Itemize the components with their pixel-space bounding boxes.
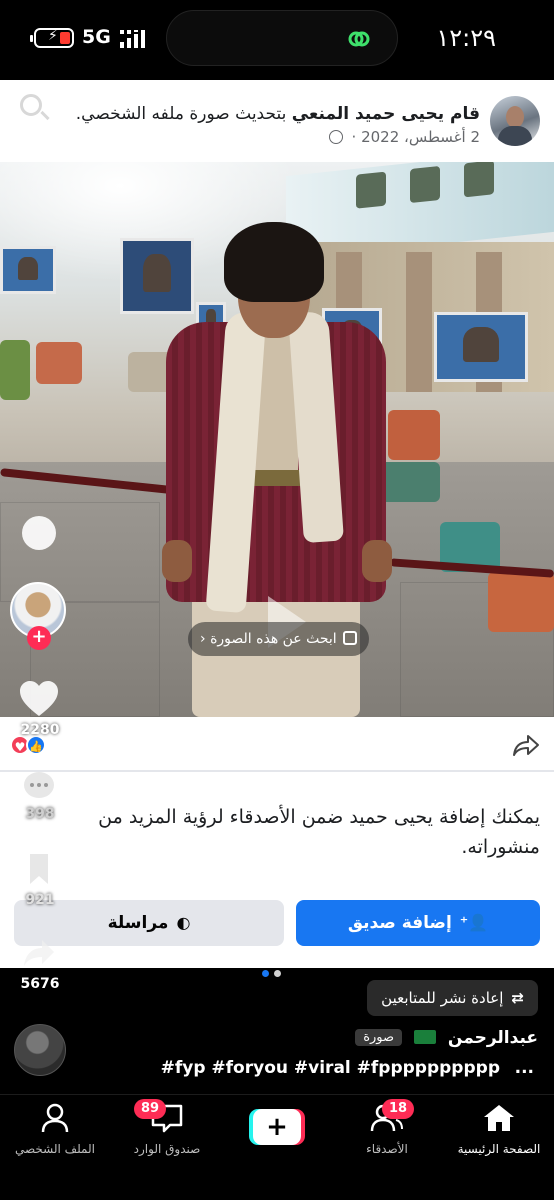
flag-icon	[413, 1030, 436, 1044]
author-line: عبدالرحمن صورة	[355, 1028, 538, 1048]
suggestion-text: يمكنك إضافة يحيى حميد ضمن الأصدقاء لرؤية…	[98, 806, 540, 858]
post-meta: 2 أغسطس، 2022 ·	[325, 128, 480, 146]
post-author-name[interactable]: قام يحيى حميد المنعي	[292, 104, 480, 124]
flower-planter	[388, 410, 440, 460]
search-image-label: ابحث عن هذه الصورة	[210, 631, 337, 647]
add-friend-label: إضافة صديق	[347, 913, 452, 933]
background-poster	[0, 246, 56, 294]
lens-icon	[342, 631, 357, 645]
nav-friends[interactable]: 18 الأصدقاء	[332, 1099, 442, 1156]
add-person-icon: 👤⁺	[459, 913, 489, 932]
repost-icon: ⇄	[511, 989, 524, 1007]
author-avatar[interactable]	[490, 96, 540, 146]
bookmark-icon[interactable]	[22, 852, 56, 886]
flower-planter	[0, 340, 30, 400]
video-info: عبدالرحمن صورة #fyp #foryou #viral #fppp…	[0, 1024, 554, 1084]
post-header: قام يحيى حميد المنعي بتحديث صورة ملفه ال…	[0, 80, 554, 162]
bottom-navigation: الصفحة الرئيسية 18 الأصدقاء + 89 صندوق ا…	[0, 1094, 554, 1200]
plus-icon: +	[253, 1109, 301, 1145]
post-title: قام يحيى حميد المنعي بتحديث صورة ملفه ال…	[40, 102, 480, 126]
nav-profile[interactable]: الملف الشخصي	[0, 1103, 110, 1156]
create-button[interactable]: +	[249, 1109, 305, 1145]
nav-home[interactable]: الصفحة الرئيسية	[444, 1103, 554, 1156]
signal-icon	[120, 30, 145, 48]
friends-badge: 18	[382, 1099, 415, 1119]
link-icon	[348, 31, 370, 47]
comment-icon[interactable]	[22, 770, 56, 804]
comment-bubble-icon[interactable]	[22, 516, 56, 550]
phone-screen: ⚡ 5G ١٢:٢٩ قام يحيى حميد المنعي بتحديث ص…	[0, 0, 554, 1200]
flower-planter	[488, 572, 554, 632]
caption-more[interactable]: ...	[515, 1058, 534, 1078]
follow-plus-icon[interactable]: +	[27, 626, 51, 650]
nav-inbox-label: صندوق الوارد	[133, 1142, 201, 1156]
background-poster	[434, 312, 528, 382]
action-buttons: ◐ مراسلة 👤⁺ إضافة صديق	[14, 900, 540, 946]
share-arrow-icon[interactable]	[22, 936, 56, 970]
battery-icon: ⚡	[30, 28, 74, 48]
messenger-icon: ◐	[176, 913, 191, 932]
photo-tag-label: صورة	[363, 1030, 395, 1045]
inbox-badge: 89	[134, 1099, 167, 1119]
search-icon[interactable]	[20, 94, 42, 116]
separator-dot: ·	[351, 128, 357, 146]
reaction-icons[interactable]: ♥ 👍	[10, 735, 54, 757]
globe-icon	[328, 130, 343, 144]
caption-hashtags[interactable]: #fyp #foryou #viral #fpppppppppp	[161, 1058, 500, 1078]
nav-friends-label: الأصدقاء	[366, 1142, 408, 1156]
flower-planter	[36, 342, 82, 384]
music-disc-avatar[interactable]	[14, 1024, 66, 1076]
share-count: 5676	[20, 976, 60, 992]
like-reaction-icon: 👍	[26, 735, 46, 755]
add-friend-button[interactable]: 👤⁺ إضافة صديق	[296, 900, 540, 946]
home-icon	[484, 1105, 514, 1131]
profile-icon	[41, 1103, 69, 1133]
message-label: مراسلة	[107, 913, 169, 933]
facebook-post-card: قام يحيى حميد المنعي بتحديث صورة ملفه ال…	[0, 80, 554, 977]
nav-inbox[interactable]: 89 صندوق الوارد	[112, 1099, 222, 1156]
carousel-dots	[262, 962, 286, 981]
author-name[interactable]: عبدالرحمن	[448, 1028, 538, 1048]
post-date: 2 أغسطس، 2022	[361, 128, 480, 146]
post-action-text: بتحديث صورة ملفه الشخصي.	[75, 104, 287, 124]
photo-tag: صورة	[355, 1029, 403, 1046]
share-icon[interactable]	[512, 733, 540, 757]
repost-button[interactable]: ⇄ إعادة نشر للمتابعين	[367, 980, 538, 1016]
reaction-row: ♥ 👍	[0, 717, 554, 769]
status-bar: ⚡ 5G ١٢:٢٩	[0, 0, 554, 78]
clock: ١٢:٢٩	[436, 24, 496, 52]
nav-home-label: الصفحة الرئيسية	[457, 1142, 541, 1156]
nav-profile-label: الملف الشخصي	[15, 1142, 95, 1156]
search-image-button[interactable]: ابحث عن هذه الصورة ‹	[188, 622, 369, 656]
dynamic-island	[166, 10, 398, 66]
like-count: 2280	[20, 722, 60, 738]
bookmark-count: 921	[25, 892, 55, 908]
network-type: 5G	[82, 26, 111, 48]
comment-count: 398	[25, 806, 55, 822]
like-heart-icon[interactable]	[18, 680, 60, 718]
divider	[0, 770, 554, 772]
repost-label: إعادة نشر للمتابعين	[381, 989, 504, 1007]
